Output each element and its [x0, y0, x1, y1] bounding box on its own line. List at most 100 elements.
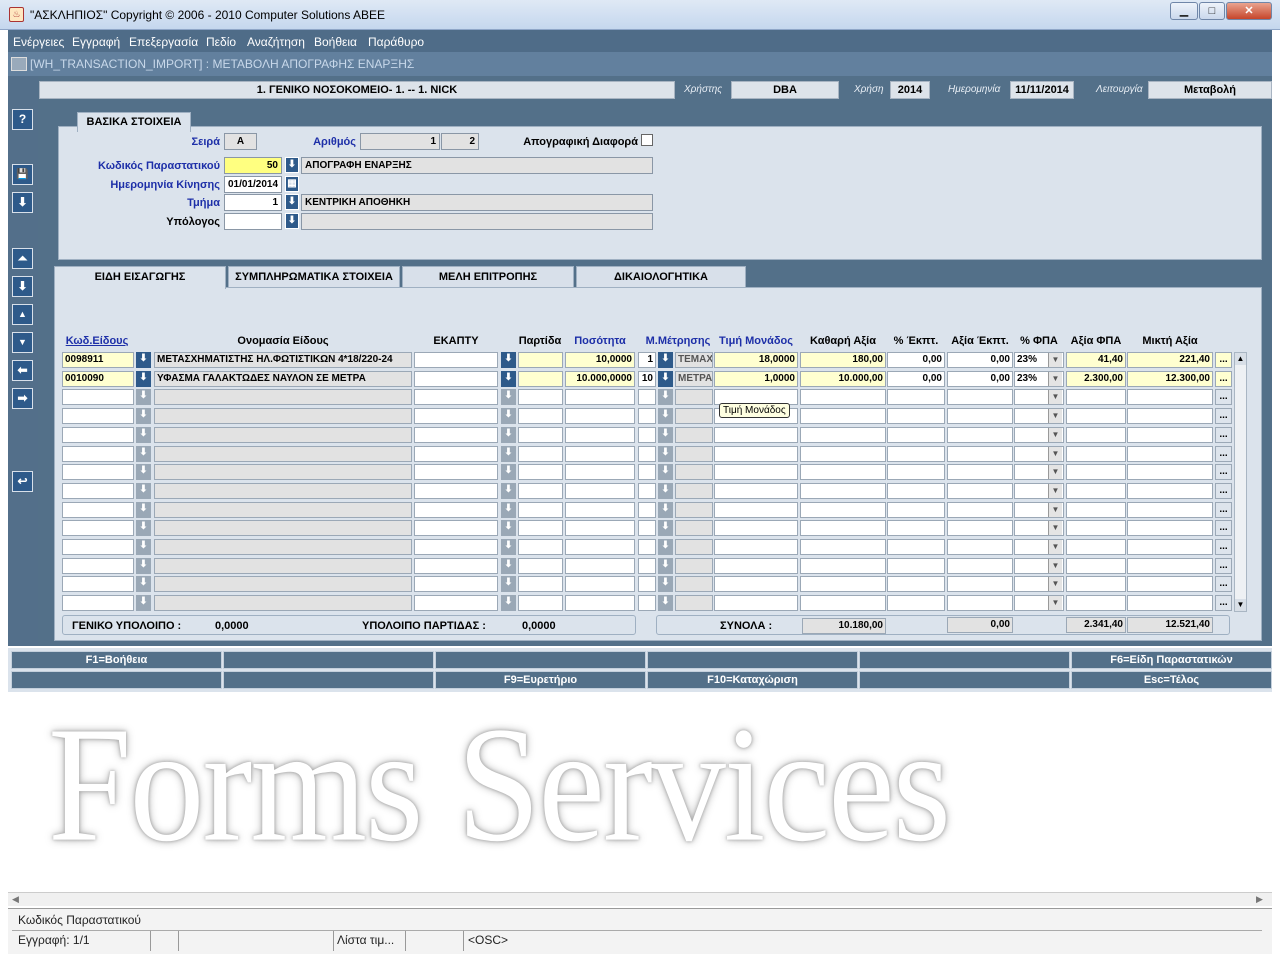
row-unit-lov-icon[interactable]: ⬇: [658, 427, 673, 443]
row-code-lov-icon[interactable]: ⬇: [136, 464, 151, 480]
row-ekapty-field[interactable]: [414, 427, 498, 443]
row-lot-field[interactable]: [518, 576, 563, 592]
row-unit-lov-icon[interactable]: ⬇: [658, 520, 673, 536]
row-more-button[interactable]: ...: [1215, 464, 1232, 480]
row-price-field[interactable]: [714, 576, 798, 592]
row-code-field[interactable]: [62, 446, 134, 462]
fkey-row2-2[interactable]: [223, 671, 434, 689]
row-ekapty-field[interactable]: [414, 520, 498, 536]
row-qty-field[interactable]: [565, 389, 635, 405]
close-button[interactable]: ✕: [1226, 2, 1272, 20]
row-unit-no-field[interactable]: [638, 502, 656, 518]
row-gross-field[interactable]: [1127, 539, 1213, 555]
responsible-field[interactable]: [224, 213, 282, 230]
row-disc-pct-field[interactable]: [887, 389, 945, 405]
row-gross-field[interactable]: [1127, 446, 1213, 462]
row-qty-field[interactable]: 10.000,0000: [565, 371, 635, 387]
row-qty-field[interactable]: 10,0000: [565, 352, 635, 368]
dept-field[interactable]: 1: [224, 194, 282, 211]
row-disc-pct-field[interactable]: [887, 483, 945, 499]
row-lot-field[interactable]: [518, 539, 563, 555]
save-icon[interactable]: 💾: [12, 164, 33, 185]
row-code-field[interactable]: [62, 539, 134, 555]
number2-field[interactable]: 2: [441, 133, 479, 150]
row-disc-val-field[interactable]: [947, 502, 1013, 518]
row-unit-no-field[interactable]: [638, 427, 656, 443]
row-disc-val-field[interactable]: [947, 408, 1013, 424]
row-ekapty-lov-icon[interactable]: ⬇: [501, 427, 516, 443]
row-net-field[interactable]: [800, 389, 886, 405]
row-net-field[interactable]: [800, 446, 886, 462]
menu-search[interactable]: Αναζήτηση: [247, 35, 305, 49]
row-ekapty-lov-icon[interactable]: ⬇: [501, 408, 516, 424]
row-net-field[interactable]: [800, 408, 886, 424]
row-ekapty-field[interactable]: [414, 558, 498, 574]
row-code-lov-icon[interactable]: ⬇: [136, 371, 151, 387]
row-ekapty-field[interactable]: [414, 539, 498, 555]
row-gross-field[interactable]: [1127, 595, 1213, 611]
row-disc-val-field[interactable]: [947, 464, 1013, 480]
row-code-lov-icon[interactable]: ⬇: [136, 502, 151, 518]
row-lot-field[interactable]: [518, 595, 563, 611]
row-disc-val-field[interactable]: [947, 595, 1013, 611]
row-qty-field[interactable]: [565, 539, 635, 555]
row-disc-val-field[interactable]: [947, 576, 1013, 592]
row-qty-field[interactable]: [565, 446, 635, 462]
row-ekapty-lov-icon[interactable]: ⬇: [501, 352, 516, 368]
row-unit-no-field[interactable]: [638, 389, 656, 405]
chevron-down-icon[interactable]: ▼: [1048, 540, 1062, 554]
chevron-down-icon[interactable]: ▼: [1048, 465, 1062, 479]
arrow-right-icon[interactable]: ➡: [12, 388, 33, 409]
previous-icon[interactable]: ▲: [12, 304, 33, 325]
row-disc-val-field[interactable]: 0,00: [947, 371, 1013, 387]
row-disc-val-field[interactable]: [947, 539, 1013, 555]
row-ekapty-lov-icon[interactable]: ⬇: [501, 446, 516, 462]
row-gross-field[interactable]: [1127, 464, 1213, 480]
row-disc-pct-field[interactable]: [887, 576, 945, 592]
row-vat-select[interactable]: ▼: [1014, 427, 1064, 443]
row-price-field[interactable]: [714, 464, 798, 480]
row-vat-select[interactable]: 23% ▼: [1014, 371, 1064, 387]
row-ekapty-lov-icon[interactable]: ⬇: [501, 483, 516, 499]
row-qty-field[interactable]: [565, 576, 635, 592]
row-code-lov-icon[interactable]: ⬇: [136, 558, 151, 574]
row-price-field[interactable]: [714, 502, 798, 518]
arrow-left-icon[interactable]: ⬅: [12, 360, 33, 381]
row-vat-select[interactable]: ▼: [1014, 539, 1064, 555]
row-net-field[interactable]: [800, 464, 886, 480]
row-code-lov-icon[interactable]: ⬇: [136, 520, 151, 536]
grid-scrollbar[interactable]: ▲ ▼: [1234, 352, 1247, 612]
row-more-button[interactable]: ...: [1215, 502, 1232, 518]
row-ekapty-field[interactable]: [414, 371, 498, 387]
doc-code-lov-icon[interactable]: ⬇: [285, 157, 299, 173]
row-qty-field[interactable]: [565, 483, 635, 499]
row-net-field[interactable]: [800, 427, 886, 443]
row-vat-select[interactable]: ▼: [1014, 408, 1064, 424]
row-gross-field[interactable]: [1127, 389, 1213, 405]
row-more-button[interactable]: ...: [1215, 520, 1232, 536]
row-disc-pct-field[interactable]: [887, 502, 945, 518]
row-disc-val-field[interactable]: [947, 558, 1013, 574]
row-gross-field[interactable]: [1127, 427, 1213, 443]
row-unit-lov-icon[interactable]: ⬇: [658, 352, 673, 368]
row-gross-field[interactable]: [1127, 576, 1213, 592]
row-disc-pct-field[interactable]: [887, 539, 945, 555]
row-disc-pct-field[interactable]: [887, 427, 945, 443]
row-lot-field[interactable]: [518, 502, 563, 518]
undo-icon[interactable]: ↩: [12, 471, 33, 492]
row-gross-field[interactable]: [1127, 483, 1213, 499]
row-unit-no-field[interactable]: [638, 408, 656, 424]
row-lot-field[interactable]: [518, 427, 563, 443]
row-more-button[interactable]: ...: [1215, 483, 1232, 499]
row-disc-pct-field[interactable]: [887, 446, 945, 462]
row-disc-pct-field[interactable]: 0,00: [887, 352, 945, 368]
row-ekapty-field[interactable]: [414, 483, 498, 499]
row-ekapty-lov-icon[interactable]: ⬇: [501, 464, 516, 480]
inventory-diff-checkbox[interactable]: [641, 134, 653, 146]
row-net-field[interactable]: [800, 558, 886, 574]
row-gross-field[interactable]: [1127, 502, 1213, 518]
row-ekapty-field[interactable]: [414, 595, 498, 611]
responsible-lov-icon[interactable]: ⬇: [285, 213, 299, 229]
row-price-field[interactable]: [714, 558, 798, 574]
doc-code-field[interactable]: 50: [224, 157, 282, 174]
